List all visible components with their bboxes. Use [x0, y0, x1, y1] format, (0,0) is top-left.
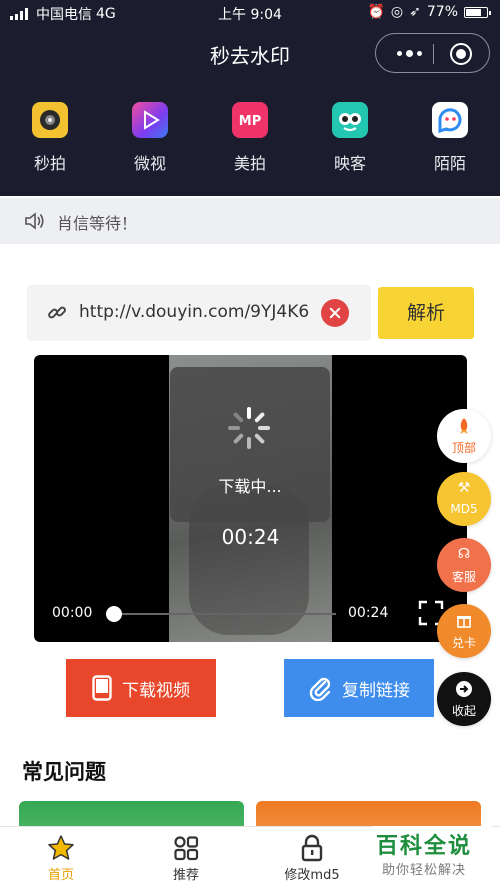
platform-label: 映客 — [333, 154, 366, 173]
status-bar: 中国电信 4G 上午 9:04 ⏰ ◎ ➶ 77% — [0, 0, 500, 26]
paperclip-icon — [309, 677, 331, 701]
customer-service-button[interactable]: ☊ 客服 — [437, 538, 491, 592]
loading-spinner-icon — [228, 407, 270, 449]
rocket-icon — [437, 417, 491, 439]
platform-item-yingke[interactable]: 映客 — [315, 102, 385, 174]
progress-track[interactable] — [114, 613, 336, 615]
lock-icon — [267, 832, 357, 864]
watermark-title: 百科全说 — [376, 834, 473, 859]
loading-toast: 下载中... — [170, 367, 330, 522]
weishi-icon — [132, 102, 168, 138]
app-screen: 中国电信 4G 上午 9:04 ⏰ ◎ ➶ 77% 秒去水印 秒拍 微视 MP … — [0, 0, 500, 889]
tab-label: 修改md5 — [284, 868, 340, 883]
platform-item-momo[interactable]: 陌陌 — [415, 102, 485, 174]
url-input[interactable]: http://v.douyin.com/9YJ4K6 — [79, 302, 311, 322]
back-to-top-label: 顶部 — [451, 441, 476, 455]
link-icon — [47, 303, 67, 327]
headset-icon: ☊ — [457, 546, 471, 562]
wrench-icon: ⚒ — [457, 480, 471, 496]
tab-recommend[interactable]: 推荐 — [141, 832, 231, 883]
platform-item-meipai[interactable]: MP 美拍 — [215, 102, 285, 174]
star-icon — [16, 832, 106, 864]
notice-text: 肖信等待！ — [57, 214, 138, 233]
location-icon: ➶ — [409, 4, 421, 20]
md5-button[interactable]: ⚒ MD5 — [437, 472, 491, 526]
tab-label: 首页 — [47, 868, 74, 883]
platform-item-miaopai[interactable]: 秒拍 — [15, 102, 85, 174]
url-field[interactable]: http://v.douyin.com/9YJ4K6 — [27, 285, 371, 341]
yingke-icon — [332, 102, 368, 138]
notice-bar: 肖信等待！ — [0, 198, 500, 244]
header: 中国电信 4G 上午 9:04 ⏰ ◎ ➶ 77% 秒去水印 秒拍 微视 MP … — [0, 0, 500, 196]
tab-modify-md5[interactable]: 修改md5 — [267, 832, 357, 883]
video-player[interactable]: 下载中... 00:24 00:00 00:24 — [34, 355, 467, 642]
momo-icon — [432, 102, 468, 138]
platform-list: 秒拍 微视 MP 美拍 映客 陌陌 — [0, 102, 500, 182]
mini-program-capsule — [375, 33, 490, 73]
svg-text:MP: MP — [239, 114, 261, 129]
total-duration: 00:24 — [348, 605, 389, 621]
platform-label: 美拍 — [233, 154, 266, 173]
watermark: 百科全说 助你轻松解决 — [372, 826, 492, 882]
back-to-top-button[interactable]: 顶部 — [437, 409, 491, 463]
download-video-label: 下载视频 — [122, 680, 190, 701]
current-time: 00:00 — [52, 605, 93, 621]
platform-label: 微视 — [133, 154, 166, 173]
speaker-icon — [24, 211, 46, 235]
tab-label: 推荐 — [172, 868, 199, 883]
download-video-button[interactable]: 下载视频 — [66, 659, 216, 717]
alarm-icon: ⏰ — [367, 4, 385, 20]
copy-link-label: 复制链接 — [342, 680, 410, 701]
faq-heading: 常见问题 — [22, 760, 106, 784]
platform-item-weishi[interactable]: 微视 — [115, 102, 185, 174]
gift-icon — [437, 612, 491, 632]
tab-home[interactable]: 首页 — [16, 832, 106, 883]
phone-icon — [92, 675, 112, 701]
battery-icon — [464, 6, 491, 18]
md5-label: MD5 — [450, 502, 478, 516]
redeem-card-button[interactable]: 兑卡 — [437, 604, 491, 658]
progress-knob[interactable] — [106, 606, 122, 622]
parse-button[interactable]: 解析 — [378, 287, 474, 339]
platform-label: 秒拍 — [33, 154, 66, 173]
rotation-lock-icon: ◎ — [390, 4, 404, 20]
grid-icon — [141, 832, 231, 864]
platform-label: 陌陌 — [433, 154, 466, 173]
collapse-button[interactable]: 收起 — [437, 672, 491, 726]
close-mini-program-icon[interactable] — [450, 43, 472, 65]
redeem-card-label: 兑卡 — [451, 636, 476, 650]
collapse-label: 收起 — [451, 704, 476, 718]
arrow-right-icon — [437, 680, 491, 702]
miaopai-icon — [32, 102, 68, 138]
copy-link-button[interactable]: 复制链接 — [284, 659, 434, 717]
meipai-icon: MP — [232, 102, 268, 138]
more-menu-icon[interactable] — [388, 42, 430, 64]
customer-service-label: 客服 — [451, 570, 476, 584]
battery-percent: 77% — [426, 4, 458, 20]
clear-input-icon[interactable] — [321, 299, 349, 327]
watermark-subtitle: 助你轻松解决 — [382, 863, 467, 878]
loading-text: 下载中... — [218, 477, 282, 496]
video-duration-display: 00:24 — [221, 525, 280, 549]
